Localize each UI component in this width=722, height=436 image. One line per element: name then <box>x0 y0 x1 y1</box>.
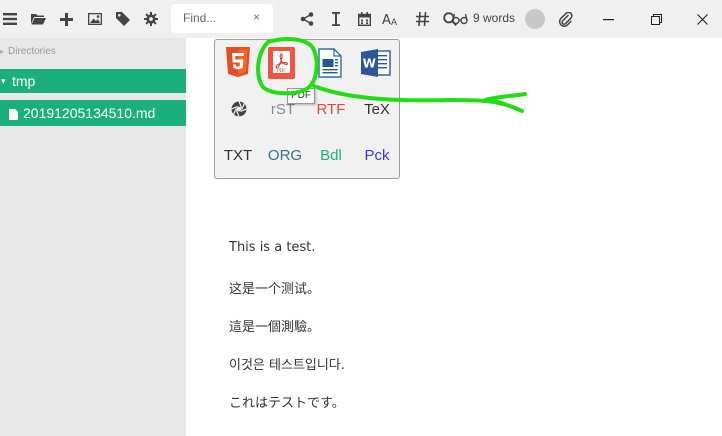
directories-header: ▸ Directories <box>0 46 56 57</box>
search-box[interactable]: × <box>171 4 273 33</box>
menu-icon[interactable] <box>0 9 20 29</box>
pdf-tooltip: PDF <box>287 88 315 104</box>
tag-icon[interactable] <box>113 9 133 29</box>
folder-icon[interactable] <box>28 9 48 29</box>
aperture-icon[interactable] <box>231 101 247 122</box>
toolbar: × AA 9 words <box>0 0 722 38</box>
org-export-button[interactable]: ORG <box>265 147 305 164</box>
txt-export-button[interactable]: TXT <box>218 147 258 164</box>
paperclip-icon[interactable] <box>556 9 576 29</box>
svg-text:A: A <box>391 18 398 26</box>
bdl-export-button[interactable]: Bdl <box>311 147 351 164</box>
tex-export-button[interactable]: TeX <box>357 101 397 118</box>
editor-line: This is a test. <box>229 240 316 255</box>
minimize-button[interactable] <box>598 9 618 29</box>
plus-icon[interactable] <box>56 9 76 29</box>
svg-text:W: W <box>363 57 376 71</box>
svg-text:PDF: PDF <box>277 68 286 74</box>
chevron-down-icon: ▾ <box>1 75 6 86</box>
editor-line: 이것은 테스트입니다. <box>229 358 345 373</box>
restore-button[interactable] <box>646 9 666 29</box>
rtf-export-button[interactable]: RTF <box>311 101 351 118</box>
gear-icon[interactable] <box>141 9 161 29</box>
avatar[interactable] <box>525 9 545 29</box>
editor-line: 這是一個測驗。 <box>229 320 321 335</box>
share-icon[interactable] <box>297 9 317 29</box>
editor-line: 这是一个测试。 <box>229 282 321 297</box>
html5-export-icon[interactable] <box>224 46 252 83</box>
export-menu: PDF W rST RTF TeX TXT ORG Bdl Pck <box>214 39 400 179</box>
glasses-icon[interactable] <box>450 9 470 29</box>
svg-text:A: A <box>382 13 391 26</box>
word-export-icon[interactable]: W <box>361 49 391 82</box>
file-label: 20191205134510.md <box>23 105 156 121</box>
word-count: 9 words <box>473 11 516 25</box>
close-button[interactable] <box>692 9 712 29</box>
odt-export-icon[interactable] <box>318 48 342 83</box>
directory-label: tmp <box>12 73 36 89</box>
hash-icon[interactable] <box>412 9 432 29</box>
sidebar: ▸ Directories ▾ tmp 20191205134510.md <box>0 38 186 436</box>
editor-line: これはテストです。 <box>229 396 345 411</box>
font-size-icon[interactable]: AA <box>381 9 401 29</box>
sidebar-item-directory[interactable]: ▾ tmp <box>0 69 186 93</box>
clear-search-icon[interactable]: × <box>253 10 260 24</box>
pck-export-button[interactable]: Pck <box>357 147 397 164</box>
search-input[interactable] <box>183 11 253 25</box>
text-cursor-icon[interactable] <box>326 9 346 29</box>
file-icon <box>9 107 19 120</box>
calendar-icon[interactable] <box>354 9 374 29</box>
image-icon[interactable] <box>85 9 105 29</box>
sidebar-item-file[interactable]: 20191205134510.md <box>0 100 186 126</box>
chevron-right-icon: ▸ <box>0 47 5 56</box>
pdf-export-icon[interactable]: PDF <box>268 47 295 84</box>
